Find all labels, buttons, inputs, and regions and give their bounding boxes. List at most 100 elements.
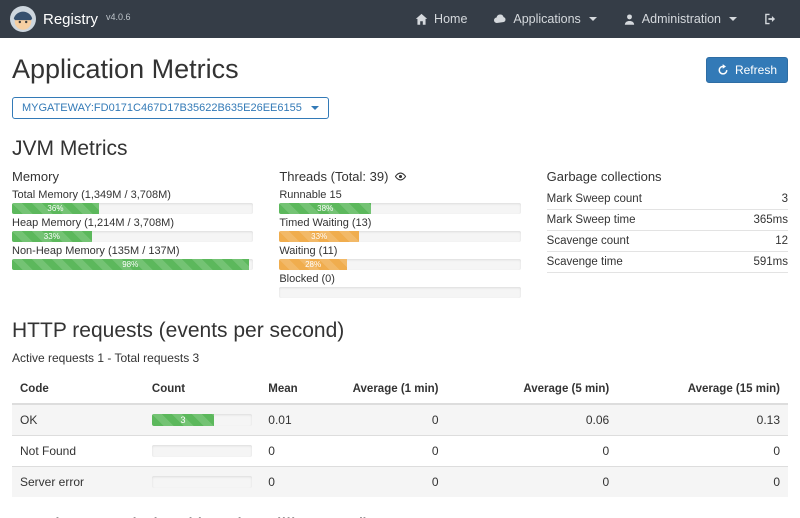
metric-label: Non-Heap Memory (135M / 137M) [12,245,253,257]
http-avg15-cell: 0 [617,436,788,467]
col-header-avg5: Average (5 min) [447,375,618,404]
http-code-cell: Server error [12,467,144,498]
caret-down-icon [311,106,319,110]
gc-label: Scavenge time [547,256,623,268]
nav-home-label: Home [434,12,467,26]
http-count-cell: 3 [144,404,260,436]
gc-label: Scavenge count [547,235,629,247]
http-table-row: OK 3 0.01 0 0.06 0.13 [12,404,788,436]
caret-down-icon [729,17,737,21]
memory-group-title: Memory [12,169,253,184]
http-mean-cell: 0 [260,436,338,467]
instance-selector-dropdown[interactable]: MYGATEWAY:FD0171C467D17B35622B635E26EE61… [12,97,329,119]
nav-home[interactable]: Home [402,0,480,38]
progress-track [152,445,252,457]
progress-bar: 98% [12,259,249,270]
cloud-icon [493,12,507,26]
progress-bar: 28% [279,259,347,270]
nav-applications[interactable]: Applications [480,0,609,38]
page-header: Application Metrics Refresh [12,54,788,85]
brand[interactable]: Registry v4.0.6 [10,6,131,32]
progress-track: 36% [12,203,253,214]
http-avg5-cell: 0 [447,467,618,498]
caret-down-icon [589,17,597,21]
http-code-cell: Not Found [12,436,144,467]
main-content: Application Metrics Refresh MYGATEWAY:FD… [0,38,800,518]
jvm-metrics-title: JVM Metrics [12,137,788,161]
brand-version: v4.0.6 [106,12,131,22]
progress-bar: 36% [12,203,99,214]
http-avg5-cell: 0.06 [447,404,618,436]
gc-row: Scavenge time 591ms [547,252,788,273]
nav-items: Home Applications Administration [402,0,790,38]
progress-track [152,476,252,488]
http-table-row: Not Found 0 0 0 0 [12,436,788,467]
http-avg1-cell: 0 [338,404,447,436]
nav-administration[interactable]: Administration [610,0,750,38]
http-avg1-cell: 0 [338,436,447,467]
http-avg15-cell: 0 [617,467,788,498]
progress-bar: 33% [279,231,359,242]
threads-column: Threads (Total: 39) Runnable 15 38% Time… [279,169,520,301]
gc-row: Scavenge count 12 [547,231,788,252]
gc-value: 591ms [753,256,788,268]
page-title: Application Metrics [12,54,239,85]
http-avg5-cell: 0 [447,436,618,467]
http-requests-title: HTTP requests (events per second) [12,319,788,343]
progress-track: 3 [152,414,252,426]
http-mean-cell: 0.01 [260,404,338,436]
metric-label: Runnable 15 [279,189,520,201]
refresh-icon [717,64,729,76]
http-avg1-cell: 0 [338,467,447,498]
progress-track: 33% [12,231,253,242]
col-header-count: Count [144,375,260,404]
gc-column: Garbage collections Mark Sweep count 3 M… [547,169,788,301]
http-table-header-row: Code Count Mean Average (1 min) Average … [12,375,788,404]
jhipster-logo-icon [10,6,36,32]
user-icon [623,13,636,26]
http-code-cell: OK [12,404,144,436]
progress-track: 38% [279,203,520,214]
progress-bar: 3 [152,414,214,426]
threads-group-title: Threads (Total: 39) [279,169,388,184]
nav-logout[interactable] [750,0,790,38]
progress-bar: 38% [279,203,371,214]
http-requests-subtitle: Active requests 1 - Total requests 3 [12,351,788,365]
http-count-cell [144,436,260,467]
eye-icon[interactable] [394,170,407,183]
metric-label: Timed Waiting (13) [279,217,520,229]
metric-label: Total Memory (1,349M / 3,708M) [12,189,253,201]
metric-label: Blocked (0) [279,273,520,285]
gc-label: Mark Sweep time [547,214,636,226]
memory-column: Memory Total Memory (1,349M / 3,708M) 36… [12,169,253,301]
http-count-cell [144,467,260,498]
nav-administration-label: Administration [642,12,721,26]
gc-row: Mark Sweep time 365ms [547,210,788,231]
progress-bar: 33% [12,231,92,242]
progress-track [279,287,520,298]
col-header-avg1: Average (1 min) [338,375,447,404]
gc-row: Mark Sweep count 3 [547,189,788,210]
jvm-metrics-columns: Memory Total Memory (1,349M / 3,708M) 36… [12,169,788,301]
col-header-avg15: Average (15 min) [617,375,788,404]
http-mean-cell: 0 [260,467,338,498]
http-avg15-cell: 0.13 [617,404,788,436]
gc-value: 365ms [753,214,788,226]
gc-group-title: Garbage collections [547,169,788,189]
home-icon [415,13,428,26]
progress-track: 98% [12,259,253,270]
col-header-mean: Mean [260,375,338,404]
refresh-button-label: Refresh [735,63,777,77]
gc-label: Mark Sweep count [547,193,642,205]
gc-value: 12 [775,235,788,247]
nav-applications-label: Applications [513,12,580,26]
gc-value: 3 [782,193,788,205]
navbar: Registry v4.0.6 Home Applications Admini… [0,0,800,38]
metric-label: Heap Memory (1,214M / 3,708M) [12,217,253,229]
sign-out-icon [763,12,777,26]
instance-selector-label: MYGATEWAY:FD0171C467D17B35622B635E26EE61… [22,102,302,114]
col-header-code: Code [12,375,144,404]
http-requests-table: Code Count Mean Average (1 min) Average … [12,375,788,497]
metric-label: Waiting (11) [279,245,520,257]
refresh-button[interactable]: Refresh [706,57,788,83]
